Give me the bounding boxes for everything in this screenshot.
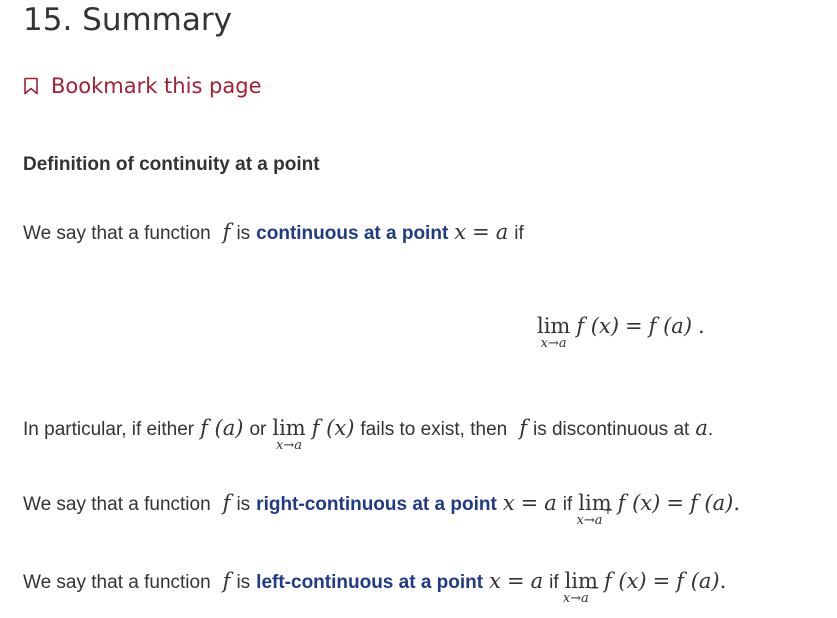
- para3-is: is: [236, 494, 251, 515]
- para4-lim: lim x→a−: [563, 569, 600, 606]
- para4-prefix: We say that a function: [23, 572, 211, 593]
- term-left-continuous: left-continuous at a point: [256, 572, 484, 593]
- para1-cond-val: a: [495, 220, 509, 244]
- para4-lim-sub: x→a−: [562, 581, 600, 606]
- display-lim-sub: x→a: [540, 336, 567, 351]
- para4-cond-val: a: [530, 569, 544, 593]
- para4-eq2: =: [652, 569, 671, 593]
- para3-f: f: [222, 491, 231, 515]
- para3-lim-sub-text: x→a: [576, 513, 603, 528]
- para2-end: .: [707, 419, 714, 440]
- para3-rhs: f (a): [689, 491, 734, 515]
- para3-eq: =: [520, 491, 539, 515]
- para4-lim-sup: −: [588, 581, 600, 596]
- para4-end: .: [719, 569, 727, 593]
- bookmark-label: Bookmark this page: [51, 74, 262, 98]
- para2-lim: lim x→a: [272, 416, 306, 453]
- bookmark-button[interactable]: Bookmark this page: [23, 74, 262, 98]
- para2-mid: fails to exist, then: [360, 419, 508, 440]
- para3-lim: lim x→a+: [577, 491, 614, 528]
- para3-cond-var: x: [502, 491, 515, 515]
- display-equation: lim x→a f (x) = f (a) .: [537, 314, 705, 351]
- para2-lim-sub: x→a: [276, 438, 303, 453]
- para4-rhs: f (a): [676, 569, 720, 593]
- para4-if: if: [549, 572, 559, 593]
- section-heading: Definition of continuity at a point: [23, 154, 320, 175]
- para2-lim-word: lim: [272, 416, 306, 440]
- display-end: .: [698, 314, 705, 338]
- right-continuity-definition: We say that a function f is right-contin…: [23, 491, 740, 528]
- para3-lhs: f (x): [617, 491, 661, 515]
- display-eq: =: [625, 314, 643, 338]
- para3-if: if: [562, 494, 573, 515]
- display-rhs: f (a): [648, 314, 693, 338]
- para4-eq: =: [506, 569, 525, 593]
- para3-cond-val: a: [544, 491, 557, 515]
- bookmark-icon: [24, 77, 38, 95]
- para2-or: or: [249, 419, 267, 440]
- discontinuity-note: In particular, if either f (a) or lim x→…: [23, 416, 714, 453]
- para3-lim-sub: x→a+: [576, 503, 614, 528]
- para4-lim-sub-text: x→a: [562, 591, 589, 606]
- para2-a: a: [695, 416, 708, 440]
- para3-end: .: [733, 491, 740, 515]
- para2-f: f: [519, 416, 527, 440]
- para4-lhs: f (x): [603, 569, 647, 593]
- para1-is: is: [236, 223, 251, 244]
- para1-f: f: [222, 220, 231, 244]
- para4-f: f: [222, 569, 231, 593]
- page-title: 15. Summary: [23, 2, 232, 38]
- left-continuity-definition: We say that a function f is left-continu…: [23, 569, 727, 606]
- para1-eq: =: [472, 220, 490, 244]
- para1-suffix: if: [514, 223, 524, 244]
- continuity-definition: We say that a function f is continuous a…: [23, 220, 524, 245]
- display-lim-word: lim: [537, 314, 571, 338]
- para2-prefix: In particular, if either: [23, 419, 195, 440]
- display-lhs: f (x): [576, 314, 620, 338]
- display-lim: lim x→a: [537, 314, 571, 351]
- para2-suffix: is discontinuous at: [532, 419, 690, 440]
- para3-eq2: =: [666, 491, 684, 515]
- term-right-continuous: right-continuous at a point: [256, 494, 497, 515]
- para1-prefix: We say that a function: [23, 223, 211, 244]
- para1-cond-var: x: [454, 220, 467, 244]
- para3-lim-sup: +: [602, 503, 614, 518]
- para3-prefix: We say that a function: [23, 494, 211, 515]
- para4-cond-var: x: [489, 569, 501, 593]
- para2-fa: f (a): [200, 416, 244, 440]
- para2-fx: f (x): [311, 416, 355, 440]
- para4-is: is: [236, 572, 251, 593]
- term-continuous: continuous at a point: [256, 223, 449, 244]
